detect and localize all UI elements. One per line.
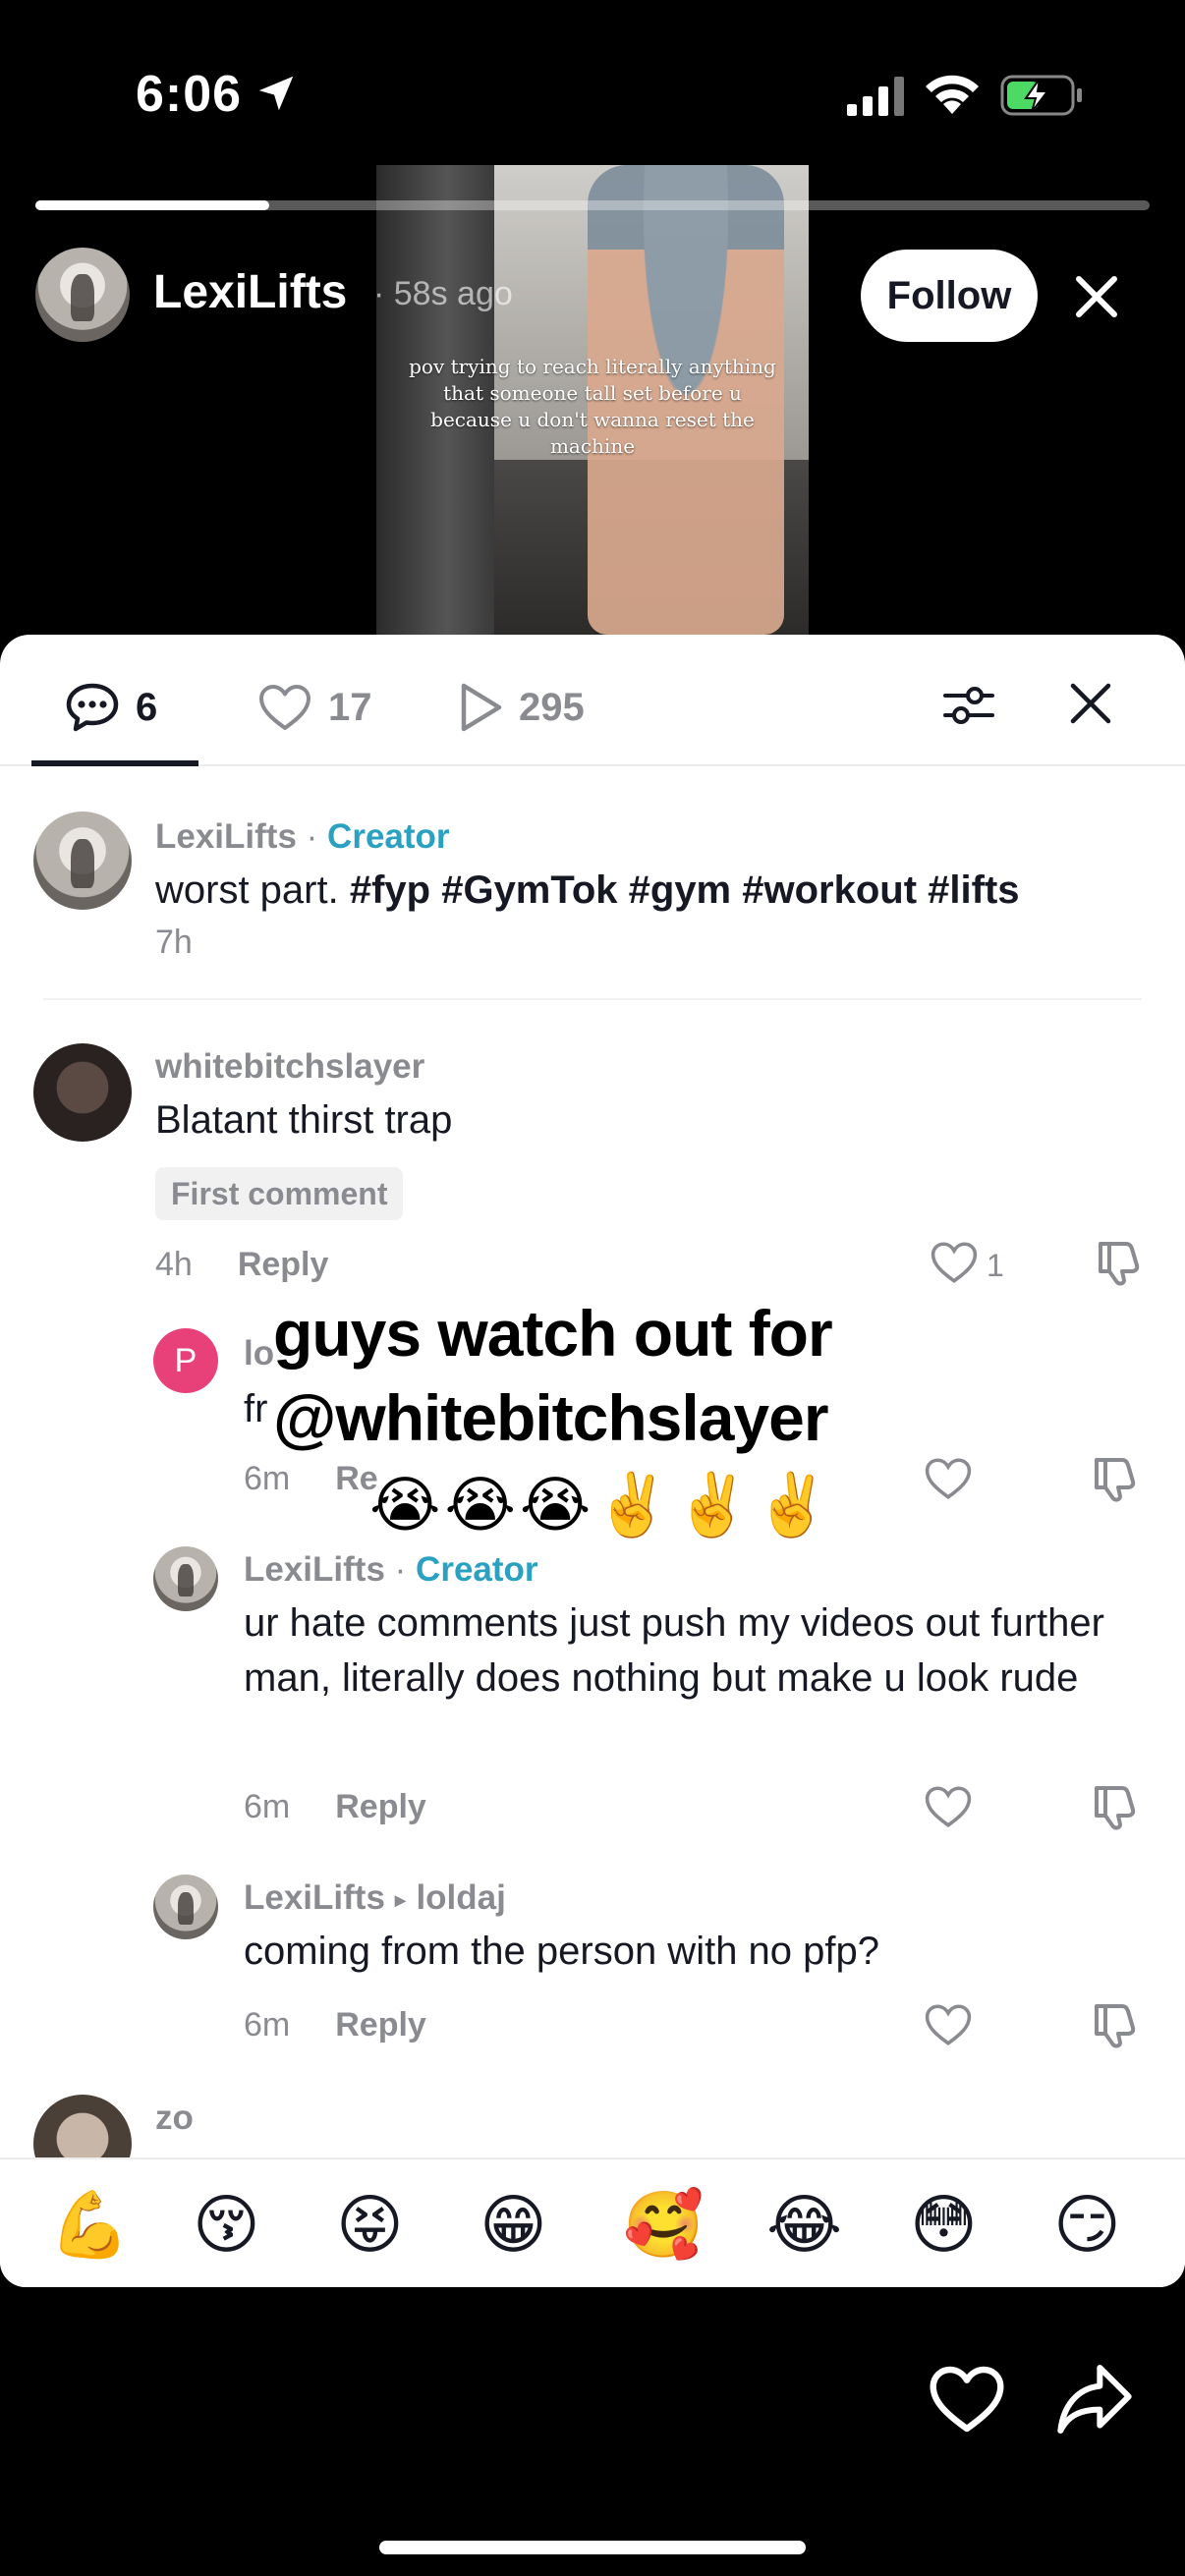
active-tab-indicator <box>31 760 198 766</box>
comment-text: Blatant thirst trap <box>155 1098 453 1142</box>
sticker-line-1: guys watch out for <box>273 1297 833 1370</box>
emoji-tears-of-joy[interactable]: 😂 <box>766 2187 842 2262</box>
reply-username[interactable]: LexiLifts ▸ loldaj <box>244 1878 506 1918</box>
like-heart-icon[interactable] <box>924 1784 973 1829</box>
creator-post-avatar[interactable] <box>33 812 132 910</box>
reply-to-username[interactable]: loldaj <box>416 1878 505 1917</box>
username: LexiLifts <box>244 1878 385 1917</box>
creator-post-time: 7h <box>155 924 193 961</box>
status-bar: 6:06 <box>0 0 1185 187</box>
first-comment-badge: First comment <box>155 1167 404 1220</box>
like-video-icon[interactable] <box>928 2364 1006 2435</box>
tab-likes[interactable]: 17 <box>257 680 372 735</box>
divider <box>43 998 1142 1000</box>
video-progress-fill <box>35 200 270 210</box>
reply-text: coming from the person with no pfp? <box>244 1930 880 1973</box>
like-heart-icon[interactable] <box>930 1240 979 1285</box>
reply-to-arrow-icon: ▸ <box>394 1886 407 1914</box>
play-icon <box>461 683 502 732</box>
separator: · <box>306 817 318 856</box>
emoji-squinting-tongue[interactable]: 😝 <box>336 2187 404 2262</box>
share-arrow-icon[interactable] <box>1055 2362 1134 2436</box>
video-preview[interactable]: pov trying to reach literally anything t… <box>376 165 809 635</box>
emoji-flexed-biceps[interactable]: 💪 <box>49 2187 130 2262</box>
reply-time: 6m <box>244 1460 291 1497</box>
like-heart-icon[interactable] <box>924 1456 973 1501</box>
emoji-flushed-face[interactable]: 😳 <box>910 2187 978 2262</box>
comment-username[interactable]: whitebitchslayer <box>155 1047 424 1087</box>
reply-avatar[interactable] <box>153 1875 218 1939</box>
reply-username[interactable]: LexiLifts · Creator <box>244 1550 538 1590</box>
reply-avatar[interactable]: P <box>153 1328 218 1393</box>
author-avatar[interactable] <box>35 248 130 342</box>
dislike-icon[interactable] <box>1089 1782 1138 1831</box>
post-text: worst part. <box>155 868 350 912</box>
filter-sliders-icon[interactable] <box>941 678 996 733</box>
close-icon[interactable] <box>1067 267 1126 326</box>
tab-plays[interactable]: 295 <box>458 680 585 735</box>
emoji-quick-bar: 💪 😚 😝 😁 🥰 😂 😳 😏 <box>0 2157 1185 2287</box>
tab-comments[interactable]: 6 <box>65 680 157 735</box>
reply-avatar[interactable] <box>153 1546 218 1611</box>
reply-text: ur hate comments just push my videos out… <box>244 1601 1104 1700</box>
reply-meta: 6m Reply <box>244 1788 426 1826</box>
author-row: LexiLifts · 58s ago Follow <box>0 246 1185 344</box>
wifi-icon <box>926 75 979 114</box>
comment-count: 6 <box>136 685 158 729</box>
dislike-icon[interactable] <box>1089 1454 1138 1503</box>
comment-time: 4h <box>155 1246 193 1283</box>
post-hashtags[interactable]: #fyp #GymTok #gym #workout #lifts <box>350 868 1020 912</box>
reply-meta: 6m Re <box>244 1460 378 1498</box>
comments-sheet: 6 17 295 LexiLifts · Creator worst part.… <box>0 635 1185 2287</box>
author-name[interactable]: LexiLifts <box>153 265 347 319</box>
sheet-tabs: 6 17 295 <box>0 635 1185 766</box>
reply-button[interactable]: Reply <box>335 2006 426 2044</box>
emoji-smirking-face[interactable]: 😏 <box>1053 2187 1121 2262</box>
reply-button[interactable]: Reply <box>335 1788 426 1825</box>
comment-like-count: 1 <box>987 1248 1004 1283</box>
commenter-avatar[interactable] <box>33 1043 132 1142</box>
reply-button[interactable]: Reply <box>238 1246 329 1283</box>
emoji-smiling-hearts[interactable]: 🥰 <box>623 2187 704 2262</box>
play-count: 295 <box>519 685 585 729</box>
username: LexiLifts <box>155 817 297 856</box>
creator-post-text: worst part. #fyp #GymTok #gym #workout #… <box>155 863 1138 918</box>
follow-button[interactable]: Follow <box>861 250 1038 342</box>
creator-post-username[interactable]: LexiLifts · Creator <box>155 817 450 857</box>
like-heart-icon[interactable] <box>924 2002 973 2047</box>
emoji-grinning-face[interactable]: 😁 <box>480 2187 547 2262</box>
home-indicator[interactable] <box>379 2541 806 2554</box>
posted-time: · 58s ago <box>373 275 513 312</box>
battery-charging-icon <box>1000 75 1082 116</box>
comment-meta: 4h Reply <box>155 1246 328 1284</box>
username: LexiLifts <box>244 1550 385 1589</box>
location-arrow-icon <box>258 76 294 111</box>
like-count: 17 <box>328 685 372 729</box>
sticker-emojis: 😭😭😭✌️✌️✌️ <box>369 1472 834 1540</box>
cellular-signal-icon <box>847 77 904 116</box>
status-time: 6:06 <box>136 66 243 123</box>
creator-label: Creator <box>327 817 450 856</box>
reply-meta: 6m Reply <box>244 2006 426 2044</box>
separator: · <box>394 1550 407 1589</box>
dislike-icon[interactable] <box>1093 1238 1142 1287</box>
creator-label: Creator <box>416 1550 538 1589</box>
close-sheet-icon[interactable] <box>1067 680 1114 727</box>
heart-outline-icon <box>259 685 310 730</box>
reply-username[interactable]: lo <box>244 1334 274 1373</box>
video-progress-bar[interactable] <box>35 200 1150 210</box>
overlay-sticker: guys watch out for @whitebitchslayer 😭😭😭… <box>273 1291 961 1540</box>
reply-time: 6m <box>244 1788 291 1825</box>
emoji-kissing-face[interactable]: 😚 <box>193 2187 260 2262</box>
comment-icon <box>66 683 119 732</box>
comment-username[interactable]: zo <box>155 2099 194 2138</box>
reply-time: 6m <box>244 2006 291 2044</box>
reply-text: fr <box>244 1387 268 1430</box>
sticker-line-2: @whitebitchslayer <box>273 1381 829 1454</box>
video-caption: pov trying to reach literally anything t… <box>409 355 776 458</box>
dislike-icon[interactable] <box>1089 2000 1138 2049</box>
